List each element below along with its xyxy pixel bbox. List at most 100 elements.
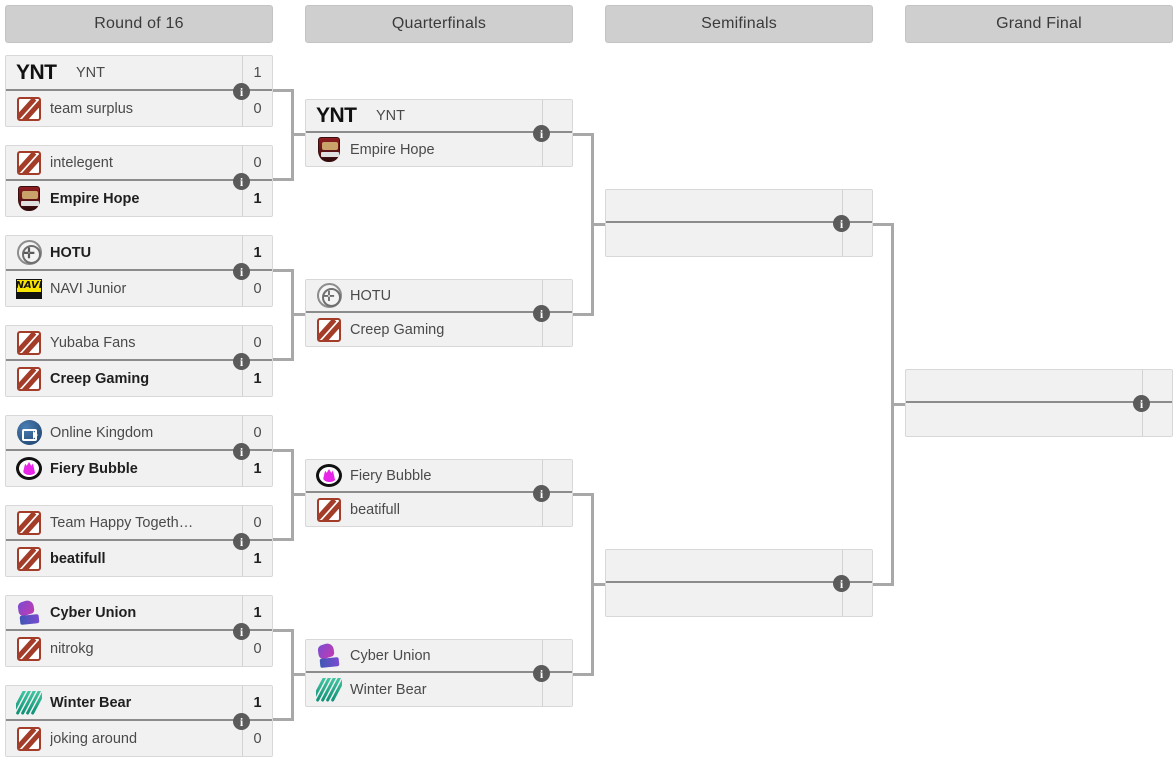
match-card[interactable]: i xyxy=(605,189,873,257)
info-glyph: i xyxy=(239,174,244,189)
team-name: intelegent xyxy=(50,154,113,171)
match-slot-top[interactable]: Team Happy Togeth… 0 xyxy=(6,506,272,541)
match-slot-top[interactable]: Yubaba Fans 0 xyxy=(6,326,272,361)
match-slot-bottom[interactable]: Empire Hope 1 xyxy=(6,181,272,216)
team-logo-dota-icon xyxy=(16,726,42,752)
match-slot-top[interactable]: Winter Bear 1 xyxy=(6,686,272,721)
match-slot-top[interactable] xyxy=(906,370,1172,403)
match-slot-bottom[interactable]: beatifull xyxy=(306,493,572,526)
info-glyph: i xyxy=(539,666,544,681)
team-name: Yubaba Fans xyxy=(50,334,136,351)
match-card[interactable]: Online Kingdom 0 Fiery Bubble 1 i xyxy=(5,415,273,487)
match-slot-bottom[interactable]: Winter Bear xyxy=(306,673,572,706)
team-logo-empire-icon xyxy=(316,137,342,163)
team-logo-dota-icon xyxy=(16,330,42,356)
team-logo-ynt-icon: YNT xyxy=(16,60,57,84)
team-name: Online Kingdom xyxy=(50,424,154,441)
match-slot-bottom[interactable]: Creep Gaming 1 xyxy=(6,361,272,396)
match-card[interactable]: YNT YNT Empire Hope i xyxy=(305,99,573,167)
team-name: Winter Bear xyxy=(50,694,132,711)
match-info-icon[interactable]: i xyxy=(233,353,250,370)
match-info-icon[interactable]: i xyxy=(233,263,250,280)
info-glyph: i xyxy=(539,486,544,501)
team-logo-hotu-icon xyxy=(16,240,42,266)
match-info-icon[interactable]: i xyxy=(233,533,250,550)
match-card[interactable]: Cyber Union Winter Bear i xyxy=(305,639,573,707)
match-slot-top[interactable]: HOTU xyxy=(306,280,572,313)
match-slot-top[interactable] xyxy=(606,190,872,223)
info-glyph: i xyxy=(239,624,244,639)
info-glyph: i xyxy=(839,576,844,591)
match-slot-bottom[interactable]: joking around 0 xyxy=(6,721,272,756)
info-glyph: i xyxy=(239,714,244,729)
info-glyph: i xyxy=(839,216,844,231)
match-info-icon[interactable]: i xyxy=(533,665,550,682)
match-slot-bottom[interactable]: team surplus 0 xyxy=(6,91,272,126)
match-card[interactable]: Fiery Bubble beatifull i xyxy=(305,459,573,527)
team-name: Fiery Bubble xyxy=(50,460,138,477)
round-header-quarterfinals: Quarterfinals xyxy=(305,5,573,43)
match-slot-bottom[interactable] xyxy=(606,223,872,256)
match-info-icon[interactable]: i xyxy=(233,713,250,730)
match-slot-top[interactable]: HOTU 1 xyxy=(6,236,272,271)
round-header-label: Quarterfinals xyxy=(391,15,487,32)
team-name: HOTU xyxy=(50,244,92,261)
team-logo-winter-bear-icon xyxy=(16,690,42,716)
match-slot-top[interactable]: YNT YNT xyxy=(306,100,572,133)
team-name: beatifull xyxy=(350,501,400,518)
team-logo-dota-icon xyxy=(16,96,42,122)
team-logo-fiery-bubble-icon xyxy=(316,463,342,489)
match-slot-top[interactable]: intelegent 0 xyxy=(6,146,272,181)
match-slot-bottom[interactable] xyxy=(606,583,872,616)
match-slot-bottom[interactable]: Empire Hope xyxy=(306,133,572,166)
team-logo-ynt-icon: YNT xyxy=(316,103,357,127)
match-slot-bottom[interactable]: Fiery Bubble 1 xyxy=(6,451,272,486)
match-info-icon[interactable]: i xyxy=(833,215,850,232)
info-glyph: i xyxy=(239,444,244,459)
match-card[interactable]: Yubaba Fans 0 Creep Gaming 1 i xyxy=(5,325,273,397)
match-card[interactable]: i xyxy=(905,369,1173,437)
match-info-icon[interactable]: i xyxy=(533,305,550,322)
info-glyph: i xyxy=(1139,396,1144,411)
team-logo-dota-icon xyxy=(16,546,42,572)
match-slot-bottom[interactable] xyxy=(906,403,1172,436)
team-name: Empire Hope xyxy=(350,141,435,158)
team-name: joking around xyxy=(50,730,138,747)
match-slot-top[interactable]: Online Kingdom 0 xyxy=(6,416,272,451)
match-slot-top[interactable] xyxy=(606,550,872,583)
match-card[interactable]: HOTU 1 NAVI NAVI Junior 0 i xyxy=(5,235,273,307)
team-logo-dota-icon xyxy=(16,636,42,662)
match-slot-bottom[interactable]: Creep Gaming xyxy=(306,313,572,346)
team-name: Cyber Union xyxy=(50,604,137,621)
match-info-icon[interactable]: i xyxy=(1133,395,1150,412)
team-name: team surplus xyxy=(50,100,134,117)
match-card[interactable]: HOTU Creep Gaming i xyxy=(305,279,573,347)
match-slot-bottom[interactable]: beatifull 1 xyxy=(6,541,272,576)
match-info-icon[interactable]: i xyxy=(233,443,250,460)
match-slot-top[interactable]: Cyber Union xyxy=(306,640,572,673)
match-card[interactable]: i xyxy=(605,549,873,617)
tournament-bracket: Round of 16 Quarterfinals Semifinals Gra… xyxy=(0,0,1175,759)
info-glyph: i xyxy=(239,264,244,279)
match-info-icon[interactable]: i xyxy=(233,623,250,640)
match-slot-top[interactable]: Cyber Union 1 xyxy=(6,596,272,631)
match-slot-bottom[interactable]: NAVI NAVI Junior 0 xyxy=(6,271,272,306)
team-logo-dota-icon xyxy=(316,497,342,523)
team-name: Empire Hope xyxy=(50,190,140,207)
match-info-icon[interactable]: i xyxy=(533,125,550,142)
match-card[interactable]: Cyber Union 1 nitrokg 0 i xyxy=(5,595,273,667)
team-logo-dota-icon xyxy=(16,150,42,176)
match-info-icon[interactable]: i xyxy=(233,83,250,100)
match-info-icon[interactable]: i xyxy=(533,485,550,502)
team-name: Creep Gaming xyxy=(350,321,445,338)
match-slot-bottom[interactable]: nitrokg 0 xyxy=(6,631,272,666)
match-card[interactable]: Winter Bear 1 joking around 0 i xyxy=(5,685,273,757)
match-card[interactable]: intelegent 0 Empire Hope 1 i xyxy=(5,145,273,217)
match-card[interactable]: Team Happy Togeth… 0 beatifull 1 i xyxy=(5,505,273,577)
match-info-icon[interactable]: i xyxy=(833,575,850,592)
match-info-icon[interactable]: i xyxy=(233,173,250,190)
match-slot-top[interactable]: YNT YNT 1 xyxy=(6,56,272,91)
match-card[interactable]: YNT YNT 1 team surplus 0 i xyxy=(5,55,273,127)
match-slot-top[interactable]: Fiery Bubble xyxy=(306,460,572,493)
team-logo-dota-icon xyxy=(16,366,42,392)
